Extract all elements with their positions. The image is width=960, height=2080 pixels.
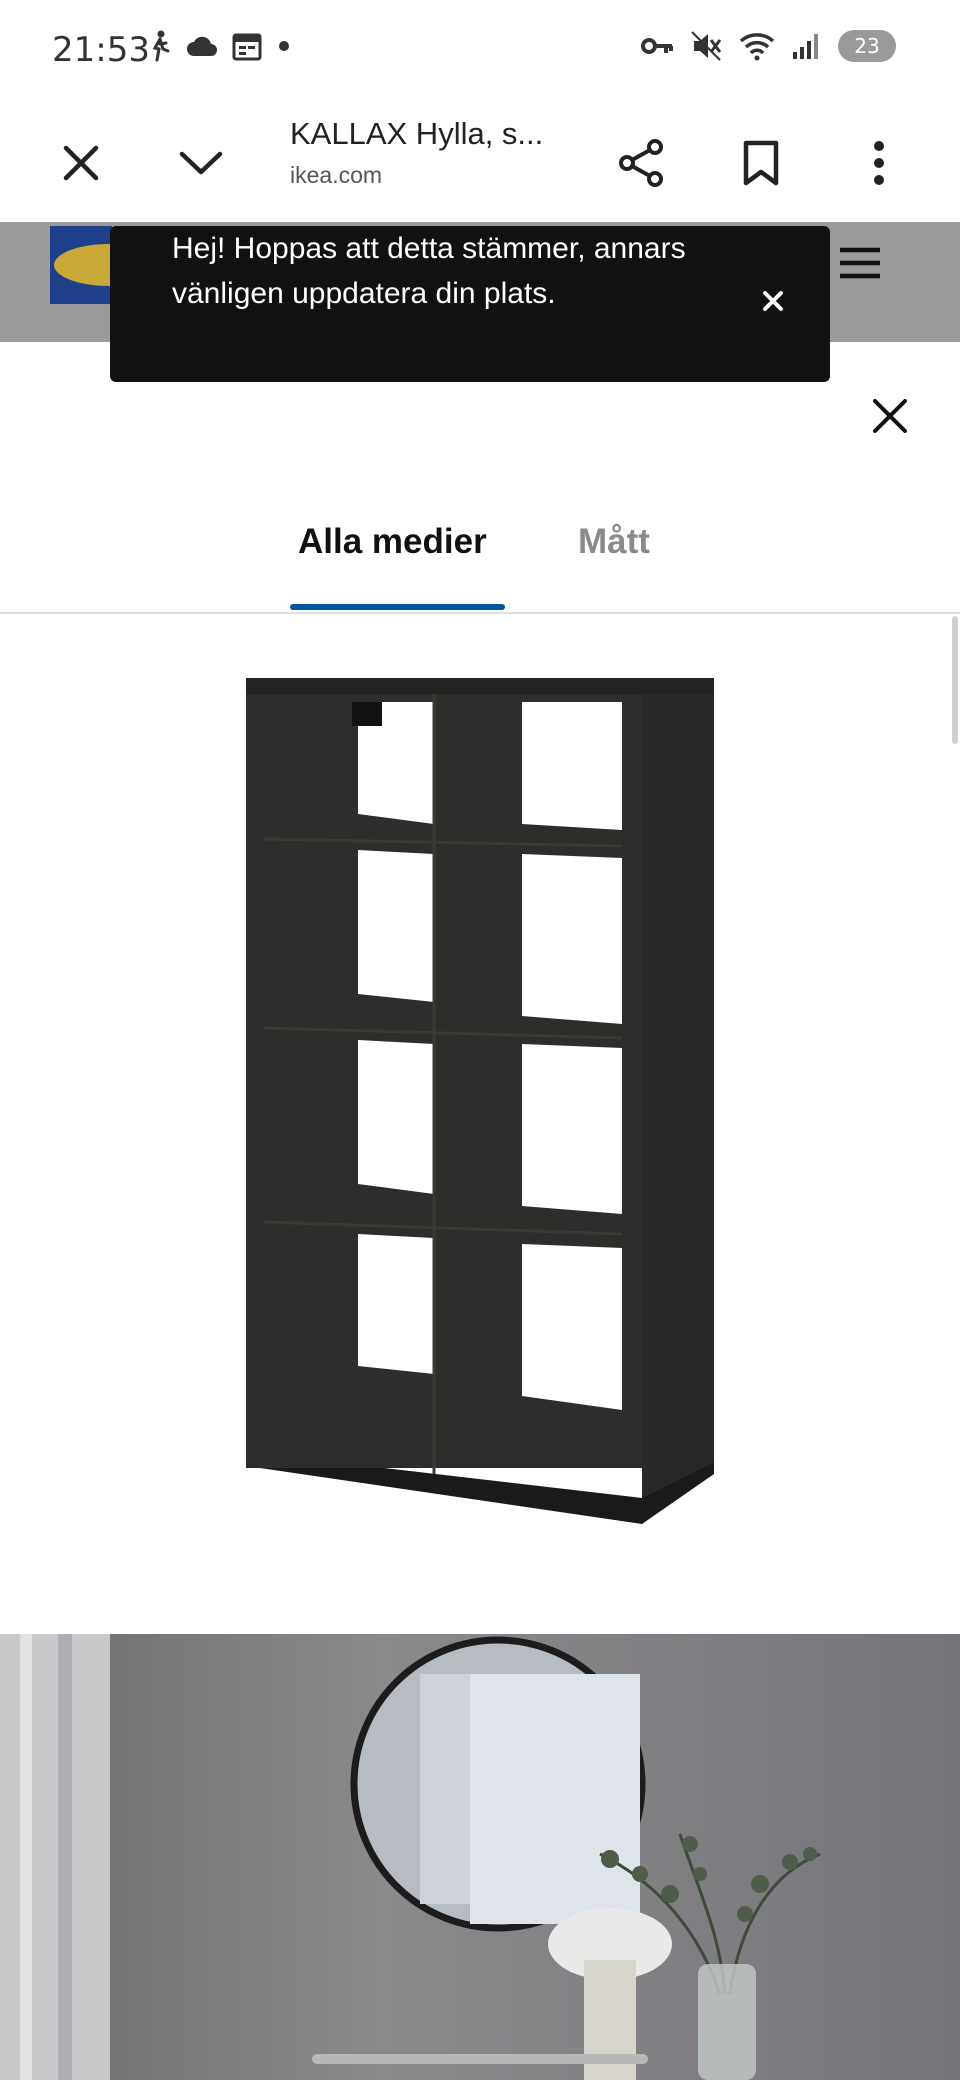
active-tab-indicator xyxy=(290,604,505,610)
more-options-button[interactable] xyxy=(844,128,914,198)
wifi-icon xyxy=(739,33,775,61)
location-toast: Hej! Hoppas att detta stämmer, annars vä… xyxy=(110,226,830,382)
room-photo[interactable] xyxy=(0,1634,960,2080)
walk-icon xyxy=(152,30,170,62)
toast-close-button[interactable] xyxy=(748,276,798,326)
more-vert-icon xyxy=(874,141,884,185)
page-title: KALLAX Hylla, s... xyxy=(290,116,544,151)
home-indicator[interactable] xyxy=(312,2054,648,2064)
close-icon xyxy=(873,399,907,433)
close-tab-button[interactable] xyxy=(46,128,116,198)
dot-icon xyxy=(279,41,289,51)
tabs-divider xyxy=(0,612,960,614)
tab-all-media[interactable]: Alla medier xyxy=(298,522,487,562)
product-image[interactable] xyxy=(240,654,720,1574)
hamburger-icon xyxy=(840,247,880,279)
mute-icon xyxy=(691,31,722,61)
media-viewer-sheet: Alla medier Mått xyxy=(0,342,960,2080)
close-icon xyxy=(63,145,99,181)
share-icon xyxy=(619,139,663,187)
close-media-viewer-button[interactable] xyxy=(860,386,920,446)
status-bar: 21:53 23 xyxy=(0,0,960,104)
chevron-down-icon xyxy=(179,151,223,175)
page-url: ikea.com xyxy=(290,162,383,188)
close-icon xyxy=(763,291,783,311)
tab-dimensions[interactable]: Mått xyxy=(578,522,650,562)
share-button[interactable] xyxy=(606,128,676,198)
menu-button[interactable] xyxy=(838,246,882,285)
scrollbar[interactable] xyxy=(952,616,958,744)
bookmark-icon xyxy=(743,140,779,186)
calendar-icon xyxy=(232,33,262,61)
minimize-button[interactable] xyxy=(166,128,236,198)
toast-message: Hej! Hoppas att detta stämmer, annars vä… xyxy=(172,232,686,310)
vpn-key-icon xyxy=(641,38,673,54)
bookmark-button[interactable] xyxy=(726,128,796,198)
browser-toolbar: KALLAX Hylla, s... ikea.com xyxy=(0,104,960,224)
status-time: 21:53 xyxy=(52,30,150,70)
signal-icon xyxy=(793,34,818,59)
battery-indicator: 23 xyxy=(838,30,896,62)
cloud-icon xyxy=(187,36,217,56)
status-icons-left xyxy=(148,30,292,62)
ikea-logo[interactable] xyxy=(50,226,112,304)
status-icons-right: 23 xyxy=(640,30,896,62)
